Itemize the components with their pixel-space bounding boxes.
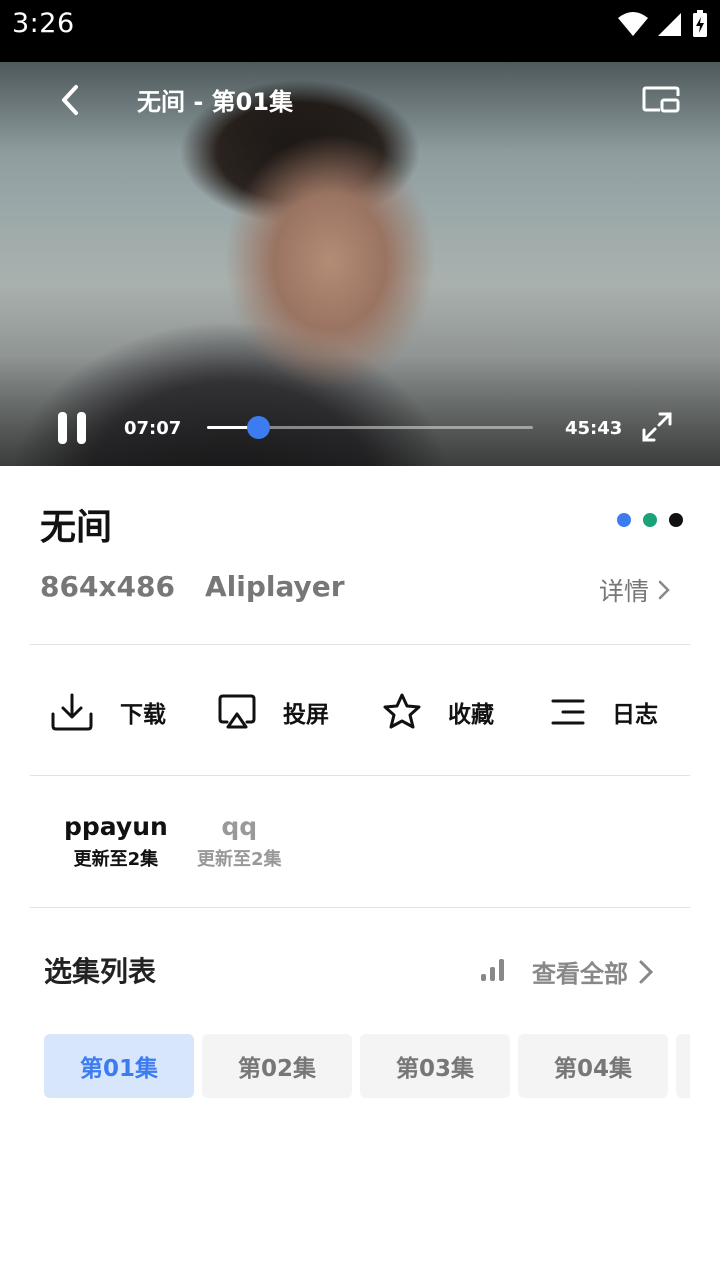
- theme-dot-black[interactable]: [669, 513, 683, 527]
- source-update: 更新至2集: [73, 849, 159, 870]
- bottom-gradient: [0, 356, 720, 466]
- episode-item-partial[interactable]: [676, 1034, 690, 1098]
- episode-item[interactable]: 第03集: [360, 1034, 510, 1098]
- fullscreen-button[interactable]: [640, 410, 674, 444]
- download-label: 下载: [120, 702, 166, 728]
- cell-signal-icon: [658, 13, 681, 36]
- source-update: 更新至2集: [197, 849, 282, 870]
- episode-list-heading: 选集列表: [44, 955, 157, 988]
- divider: [30, 644, 690, 645]
- top-gradient: [0, 62, 720, 152]
- log-button[interactable]: 日志: [550, 688, 658, 736]
- cast-label: 投屏: [283, 702, 329, 728]
- action-bar: 下载 投屏 收藏 日志: [0, 688, 720, 736]
- episode-list[interactable]: 第01集 第02集 第03集 第04集: [44, 1034, 690, 1098]
- source-name: ppayun: [64, 812, 168, 841]
- view-all-link[interactable]: 查看全部: [532, 954, 654, 989]
- favorite-button[interactable]: 收藏: [382, 688, 494, 736]
- pause-button[interactable]: [52, 408, 92, 448]
- source-name: qq: [221, 812, 258, 841]
- download-icon: [51, 693, 93, 731]
- player-name: Aliplayer: [204, 570, 345, 603]
- star-icon: [383, 693, 421, 729]
- battery-icon: [693, 10, 707, 37]
- system-icons: [618, 10, 708, 38]
- seek-thumb[interactable]: [246, 416, 270, 439]
- theme-dots[interactable]: [617, 513, 683, 527]
- resolution: 864x486: [40, 570, 175, 603]
- log-label: 日志: [612, 702, 658, 728]
- divider: [30, 907, 690, 908]
- divider: [30, 775, 690, 776]
- favorite-label: 收藏: [448, 702, 494, 728]
- show-title: 无间: [40, 507, 113, 548]
- signal-bars-icon: [481, 959, 504, 981]
- download-button[interactable]: 下载: [50, 688, 166, 736]
- picture-in-picture-icon: [642, 86, 680, 113]
- chevron-left-icon: [62, 85, 78, 115]
- cast-button[interactable]: 投屏: [217, 688, 329, 736]
- episode-item[interactable]: 第01集: [44, 1034, 194, 1098]
- seek-bar[interactable]: [207, 416, 533, 440]
- pause-icon: [58, 412, 86, 444]
- cast-icon: [218, 694, 256, 729]
- list-icon: [551, 699, 585, 725]
- theme-dot-green[interactable]: [643, 513, 657, 527]
- details-label: 详情: [599, 577, 650, 606]
- chevron-right-icon: [639, 960, 654, 983]
- details-link[interactable]: 详情: [599, 572, 671, 608]
- episode-item[interactable]: 第02集: [202, 1034, 352, 1098]
- current-time: 07:07: [124, 418, 182, 439]
- source-tab-ppayun[interactable]: ppayun 更新至2集: [64, 812, 168, 871]
- video-title: 无间 - 第01集: [137, 88, 294, 116]
- chevron-right-icon: [658, 580, 670, 600]
- episode-item[interactable]: 第04集: [518, 1034, 668, 1098]
- source-tab-qq[interactable]: qq 更新至2集: [197, 812, 282, 871]
- total-time: 45:43: [565, 418, 623, 439]
- back-button[interactable]: [50, 80, 90, 120]
- status-bar: 3:26: [0, 0, 720, 62]
- pip-button[interactable]: [640, 80, 682, 120]
- video-meta: 864x486 Aliplayer: [40, 570, 345, 603]
- sort-button[interactable]: [480, 956, 506, 982]
- wifi-icon: [618, 12, 648, 36]
- fullscreen-icon: [642, 412, 672, 442]
- theme-dot-blue[interactable]: [617, 513, 631, 527]
- view-all-label: 查看全部: [532, 960, 628, 988]
- status-time: 3:26: [12, 8, 75, 39]
- video-player[interactable]: 无间 - 第01集 07:07 45:43: [0, 62, 720, 466]
